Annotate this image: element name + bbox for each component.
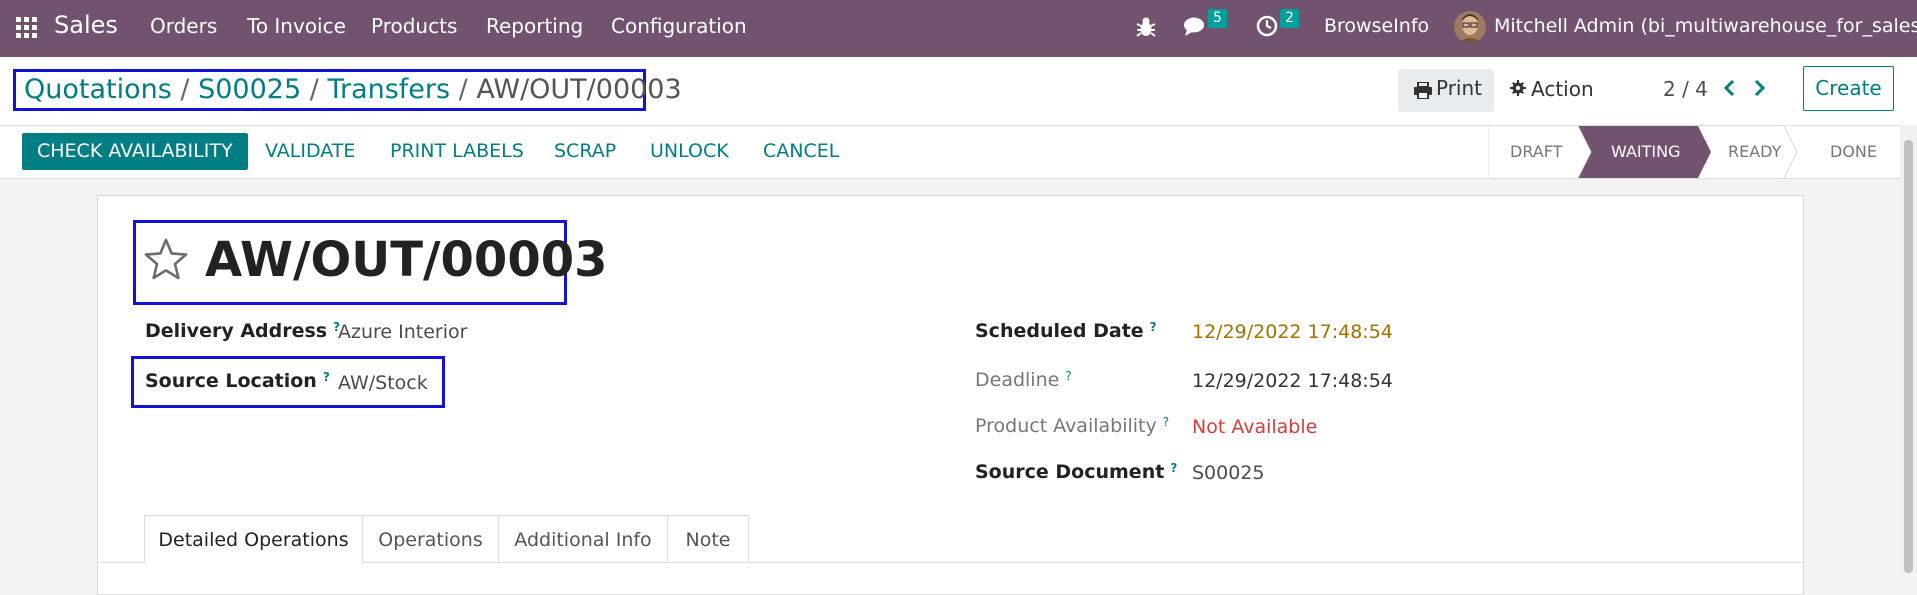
menu-products[interactable]: Products	[371, 14, 457, 38]
breadcrumb-separator: /	[180, 74, 190, 105]
activity-clock-icon[interactable]	[1256, 15, 1278, 37]
validate-button[interactable]: VALIDATE	[265, 133, 355, 170]
pager-value[interactable]: 2 / 4	[1663, 77, 1708, 101]
print-label: Print	[1436, 76, 1483, 100]
top-navbar: Sales Orders To Invoice Products Reporti…	[0, 0, 1917, 57]
user-menu[interactable]: Mitchell Admin (bi_multiwarehouse_for_sa…	[1494, 15, 1917, 37]
scrollbar-thumb[interactable]	[1904, 140, 1913, 573]
status-bar: CHECK AVAILABILITY VALIDATE PRINT LABELS…	[0, 126, 1900, 179]
deadline-value[interactable]: 12/29/2022 17:48:54	[1192, 370, 1393, 392]
delivery-address-value[interactable]: Azure Interior	[338, 321, 467, 343]
user-avatar[interactable]	[1454, 11, 1486, 43]
messages-badge: 5	[1208, 9, 1227, 28]
breadcrumb-quotations[interactable]: Quotations	[24, 74, 172, 105]
breadcrumb-separator: /	[458, 74, 468, 105]
source-location-value[interactable]: AW/Stock	[338, 372, 428, 394]
printer-icon	[1414, 82, 1432, 99]
bug-icon[interactable]	[1136, 16, 1156, 38]
help-icon[interactable]: ?	[323, 370, 330, 384]
help-icon[interactable]: ?	[1170, 461, 1177, 475]
breadcrumb-current: AW/OUT/00003	[476, 74, 682, 105]
tab-additional-info[interactable]: Additional Info	[498, 515, 668, 563]
star-icon[interactable]	[144, 238, 188, 280]
app-title[interactable]: Sales	[54, 11, 118, 39]
source-document-value[interactable]: S00025	[1192, 462, 1265, 484]
cancel-button[interactable]: CANCEL	[763, 133, 839, 170]
stage-done[interactable]: DONE	[1830, 126, 1877, 178]
print-button[interactable]: Print	[1398, 69, 1494, 112]
scrap-button[interactable]: SCRAP	[554, 133, 616, 170]
product-availability-value: Not Available	[1192, 416, 1318, 438]
gear-icon	[1510, 80, 1526, 96]
messages-icon[interactable]	[1184, 16, 1208, 38]
create-button[interactable]: Create	[1803, 66, 1894, 111]
pager-previous-icon[interactable]	[1722, 79, 1736, 97]
delivery-address-label: Delivery Address?	[145, 320, 341, 342]
check-availability-button[interactable]: CHECK AVAILABILITY	[22, 133, 248, 170]
stage-pipeline: DRAFT WAITING READY DONE	[1488, 126, 1900, 178]
stage-waiting[interactable]: WAITING	[1611, 126, 1680, 178]
source-location-label: Source Location?	[145, 370, 330, 392]
menu-to-invoice[interactable]: To Invoice	[247, 14, 346, 38]
breadcrumb: Quotations / S00025 / Transfers / AW/OUT…	[13, 69, 682, 111]
control-panel: Quotations / S00025 / Transfers / AW/OUT…	[0, 57, 1917, 126]
menu-orders[interactable]: Orders	[150, 14, 217, 38]
help-icon[interactable]: ?	[1150, 320, 1157, 334]
print-labels-button[interactable]: PRINT LABELS	[390, 133, 524, 170]
tab-note[interactable]: Note	[667, 515, 749, 563]
deadline-label: Deadline?	[975, 369, 1072, 391]
help-icon[interactable]: ?	[1065, 369, 1071, 383]
unlock-button[interactable]: UNLOCK	[650, 133, 729, 170]
menu-configuration[interactable]: Configuration	[611, 14, 747, 38]
app-menu-icon[interactable]	[16, 17, 38, 39]
source-document-label: Source Document?	[975, 461, 1178, 483]
tab-operations[interactable]: Operations	[362, 515, 499, 563]
stage-draft[interactable]: DRAFT	[1510, 126, 1562, 178]
company-switcher[interactable]: BrowseInfo	[1324, 15, 1429, 37]
action-label: Action	[1531, 77, 1594, 101]
scheduled-date-label: Scheduled Date?	[975, 320, 1157, 342]
tab-detailed-operations[interactable]: Detailed Operations	[144, 515, 363, 563]
product-availability-label: Product Availability?	[975, 415, 1170, 437]
help-icon[interactable]: ?	[1163, 415, 1169, 429]
stage-ready[interactable]: READY	[1728, 126, 1781, 178]
menu-reporting[interactable]: Reporting	[486, 14, 583, 38]
scheduled-date-value[interactable]: 12/29/2022 17:48:54	[1192, 321, 1393, 343]
breadcrumb-s00025[interactable]: S00025	[198, 74, 301, 105]
breadcrumb-separator: /	[309, 74, 319, 105]
record-title: AW/OUT/00003	[205, 232, 608, 288]
pager-next-icon[interactable]	[1753, 79, 1767, 97]
activities-badge: 2	[1280, 9, 1299, 28]
breadcrumb-transfers[interactable]: Transfers	[327, 74, 450, 105]
